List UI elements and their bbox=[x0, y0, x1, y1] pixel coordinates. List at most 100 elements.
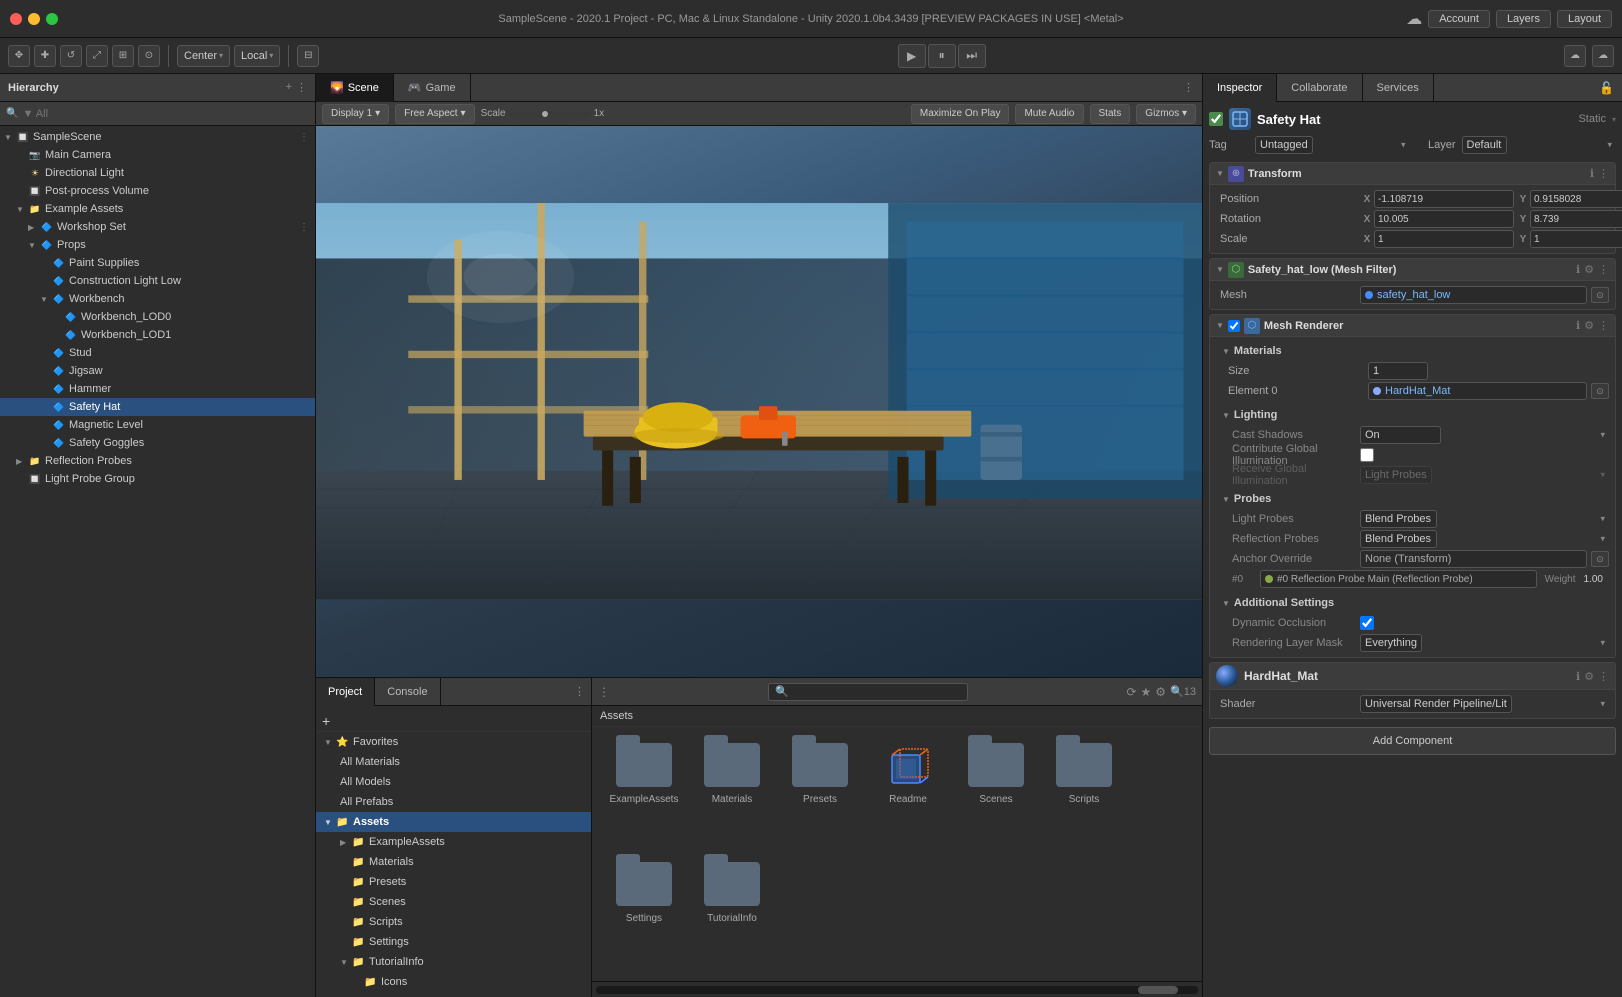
meshrenderer-enabled-checkbox[interactable] bbox=[1228, 320, 1240, 332]
aspect-dropdown[interactable]: Free Aspect ▾ bbox=[395, 104, 474, 124]
asset-materials[interactable]: Materials bbox=[692, 739, 772, 850]
reflection-probes-select[interactable]: Blend Probes bbox=[1360, 530, 1437, 548]
close-button[interactable] bbox=[10, 13, 22, 25]
project-item-materials-f[interactable]: 📁 Materials bbox=[316, 852, 591, 872]
layout-button[interactable]: Layout bbox=[1557, 10, 1612, 28]
inspector-lock-icon[interactable]: 🔓 bbox=[1599, 81, 1622, 95]
meshfilter-settings-icon[interactable]: ⚙ bbox=[1584, 263, 1594, 276]
project-item-favorites[interactable]: ▼ ⭐ Favorites bbox=[316, 732, 591, 752]
hierarchy-item-workshopset[interactable]: ▶ 🔷 Workshop Set ⋮ bbox=[0, 218, 315, 236]
maximize-button[interactable] bbox=[46, 13, 58, 25]
project-item-allmodels[interactable]: All Models bbox=[316, 772, 591, 792]
project-item-allprefabs[interactable]: All Prefabs bbox=[316, 792, 591, 812]
tab-console[interactable]: Console bbox=[375, 678, 440, 706]
mute-audio-btn[interactable]: Mute Audio bbox=[1015, 104, 1083, 124]
layers-button[interactable]: Layers bbox=[1496, 10, 1551, 28]
material-menu-icon[interactable]: ⋮ bbox=[1598, 670, 1609, 683]
asset-scripts[interactable]: Scripts bbox=[1044, 739, 1124, 850]
project-item-exampleassets-f[interactable]: ▶ 📁 ExampleAssets bbox=[316, 832, 591, 852]
cast-shadows-select[interactable]: On Off Two Sided Shadows Only bbox=[1360, 426, 1441, 444]
assets-options-icon[interactable]: ⋮ bbox=[598, 685, 610, 699]
project-item-scripts-f[interactable]: 📁 Scripts bbox=[316, 912, 591, 932]
scene-viewport[interactable] bbox=[316, 126, 1202, 677]
material-settings-icon[interactable]: ⚙ bbox=[1584, 670, 1594, 683]
project-add-button[interactable]: + bbox=[322, 713, 330, 729]
object-name-field[interactable]: Safety Hat bbox=[1257, 112, 1572, 127]
step-button[interactable]: ⏭ bbox=[958, 44, 986, 68]
tab-scene[interactable]: 🌄 Scene bbox=[316, 74, 394, 102]
hierarchy-item-wblod1[interactable]: 🔷 Workbench_LOD1 bbox=[0, 326, 315, 344]
rect-tool[interactable]: ⊞ bbox=[112, 45, 134, 67]
hierarchy-item-dirlight[interactable]: ☀ Directional Light bbox=[0, 164, 315, 182]
probes-section-header[interactable]: ▼ Probes bbox=[1216, 489, 1609, 509]
materials-section-header[interactable]: ▼ Materials bbox=[1216, 341, 1609, 361]
hierarchy-item-constlight[interactable]: 🔷 Construction Light Low bbox=[0, 272, 315, 290]
hierarchy-item-reflprobes[interactable]: ▶ 📁 Reflection Probes bbox=[0, 452, 315, 470]
scale-slider[interactable] bbox=[510, 111, 590, 117]
project-item-settings-f[interactable]: 📁 Settings bbox=[316, 932, 591, 952]
meshfilter-menu-icon[interactable]: ⋮ bbox=[1598, 263, 1609, 276]
rotation-x-field[interactable] bbox=[1374, 210, 1514, 228]
collab-icon[interactable]: ☁ bbox=[1564, 45, 1586, 67]
asset-presets[interactable]: Presets bbox=[780, 739, 860, 850]
transform-info-icon[interactable]: ℹ bbox=[1590, 167, 1594, 180]
project-item-presets-f[interactable]: 📁 Presets bbox=[316, 872, 591, 892]
add-component-button[interactable]: Add Component bbox=[1209, 727, 1616, 755]
transform-header[interactable]: ▼ ⊕ Transform ℹ ⋮ bbox=[1210, 163, 1615, 185]
hierarchy-item-stud[interactable]: 🔷 Stud bbox=[0, 344, 315, 362]
material-info-icon[interactable]: ℹ bbox=[1576, 670, 1580, 683]
display-dropdown[interactable]: Display 1 ▾ bbox=[322, 104, 389, 124]
gizmos-btn[interactable]: Gizmos ▾ bbox=[1136, 104, 1196, 124]
tag-select[interactable]: Untagged bbox=[1255, 136, 1313, 154]
assets-star-icon[interactable]: ★ bbox=[1141, 685, 1152, 699]
tab-game[interactable]: 🎮 Game bbox=[394, 74, 471, 102]
dynamic-occlusion-checkbox[interactable] bbox=[1360, 616, 1374, 630]
rendering-layer-select[interactable]: Everything bbox=[1360, 634, 1422, 652]
asset-readme[interactable]: Readme bbox=[868, 739, 948, 850]
layer-select[interactable]: Default bbox=[1462, 136, 1507, 154]
options-workshopset[interactable]: ⋮ bbox=[299, 222, 315, 233]
transform-menu-icon[interactable]: ⋮ bbox=[1598, 167, 1609, 180]
hierarchy-item-lightprobegroup[interactable]: 🔲 Light Probe Group bbox=[0, 470, 315, 488]
asset-scenes[interactable]: Scenes bbox=[956, 739, 1036, 850]
project-item-allmaterials[interactable]: All Materials bbox=[316, 752, 591, 772]
transform-tool[interactable]: ⊙ bbox=[138, 45, 160, 67]
hierarchy-item-workbench[interactable]: ▼ 🔷 Workbench bbox=[0, 290, 315, 308]
position-x-field[interactable] bbox=[1374, 190, 1514, 208]
project-item-assets[interactable]: ▼ 📁 Assets bbox=[316, 812, 591, 832]
rotation-y-field[interactable] bbox=[1530, 210, 1622, 228]
asset-exampleassets[interactable]: ExampleAssets bbox=[604, 739, 684, 850]
tab-services[interactable]: Services bbox=[1363, 74, 1434, 102]
hierarchy-item-safetygoggles[interactable]: 🔷 Safety Goggles bbox=[0, 434, 315, 452]
project-item-icons-f[interactable]: 📁 Icons bbox=[316, 972, 591, 992]
static-arrow-icon[interactable]: ▾ bbox=[1612, 115, 1616, 124]
project-item-scripts-f2[interactable]: 📁 Scripts bbox=[316, 992, 591, 997]
project-item-tutorialinfo-f[interactable]: ▼ 📁 TutorialInfo bbox=[316, 952, 591, 972]
account-button[interactable]: Account bbox=[1428, 10, 1490, 28]
hierarchy-item-wblod0[interactable]: 🔷 Workbench_LOD0 bbox=[0, 308, 315, 326]
pivot-dropdown[interactable]: Center ▾ bbox=[177, 45, 230, 67]
snap-icon[interactable]: ⊟ bbox=[297, 45, 319, 67]
hierarchy-item-maglevel[interactable]: 🔷 Magnetic Level bbox=[0, 416, 315, 434]
stats-btn[interactable]: Stats bbox=[1090, 104, 1131, 124]
receive-gi-select[interactable]: Light Probes bbox=[1360, 466, 1432, 484]
contribute-gi-checkbox[interactable] bbox=[1360, 448, 1374, 462]
light-probes-select[interactable]: Blend Probes bbox=[1360, 510, 1437, 528]
assets-refresh-icon[interactable]: ⟳ bbox=[1126, 685, 1136, 699]
scale-tool[interactable]: ⤢ bbox=[86, 45, 108, 67]
position-y-field[interactable] bbox=[1530, 190, 1622, 208]
shader-select[interactable]: Universal Render Pipeline/Lit bbox=[1360, 695, 1512, 713]
hierarchy-item-safetyhat[interactable]: 🔷 Safety Hat bbox=[0, 398, 315, 416]
pause-button[interactable]: ⏸ bbox=[928, 44, 956, 68]
meshfilter-header[interactable]: ▼ ⬡ Safety_hat_low (Mesh Filter) ℹ ⚙ ⋮ bbox=[1210, 259, 1615, 281]
scale-x-field[interactable] bbox=[1374, 230, 1514, 248]
maximize-on-play-btn[interactable]: Maximize On Play bbox=[911, 104, 1010, 124]
view-options-icon[interactable]: ⋮ bbox=[1183, 81, 1202, 94]
rotate-tool[interactable]: ↺ bbox=[60, 45, 82, 67]
scale-y-field[interactable] bbox=[1530, 230, 1622, 248]
hierarchy-item-maincamera[interactable]: 📷 Main Camera bbox=[0, 146, 315, 164]
services-icon[interactable]: ☁ bbox=[1592, 45, 1614, 67]
hierarchy-menu-icon[interactable]: ⋮ bbox=[296, 81, 307, 94]
asset-tutorialinfo[interactable]: TutorialInfo bbox=[692, 858, 772, 969]
asset-settings[interactable]: Settings bbox=[604, 858, 684, 969]
